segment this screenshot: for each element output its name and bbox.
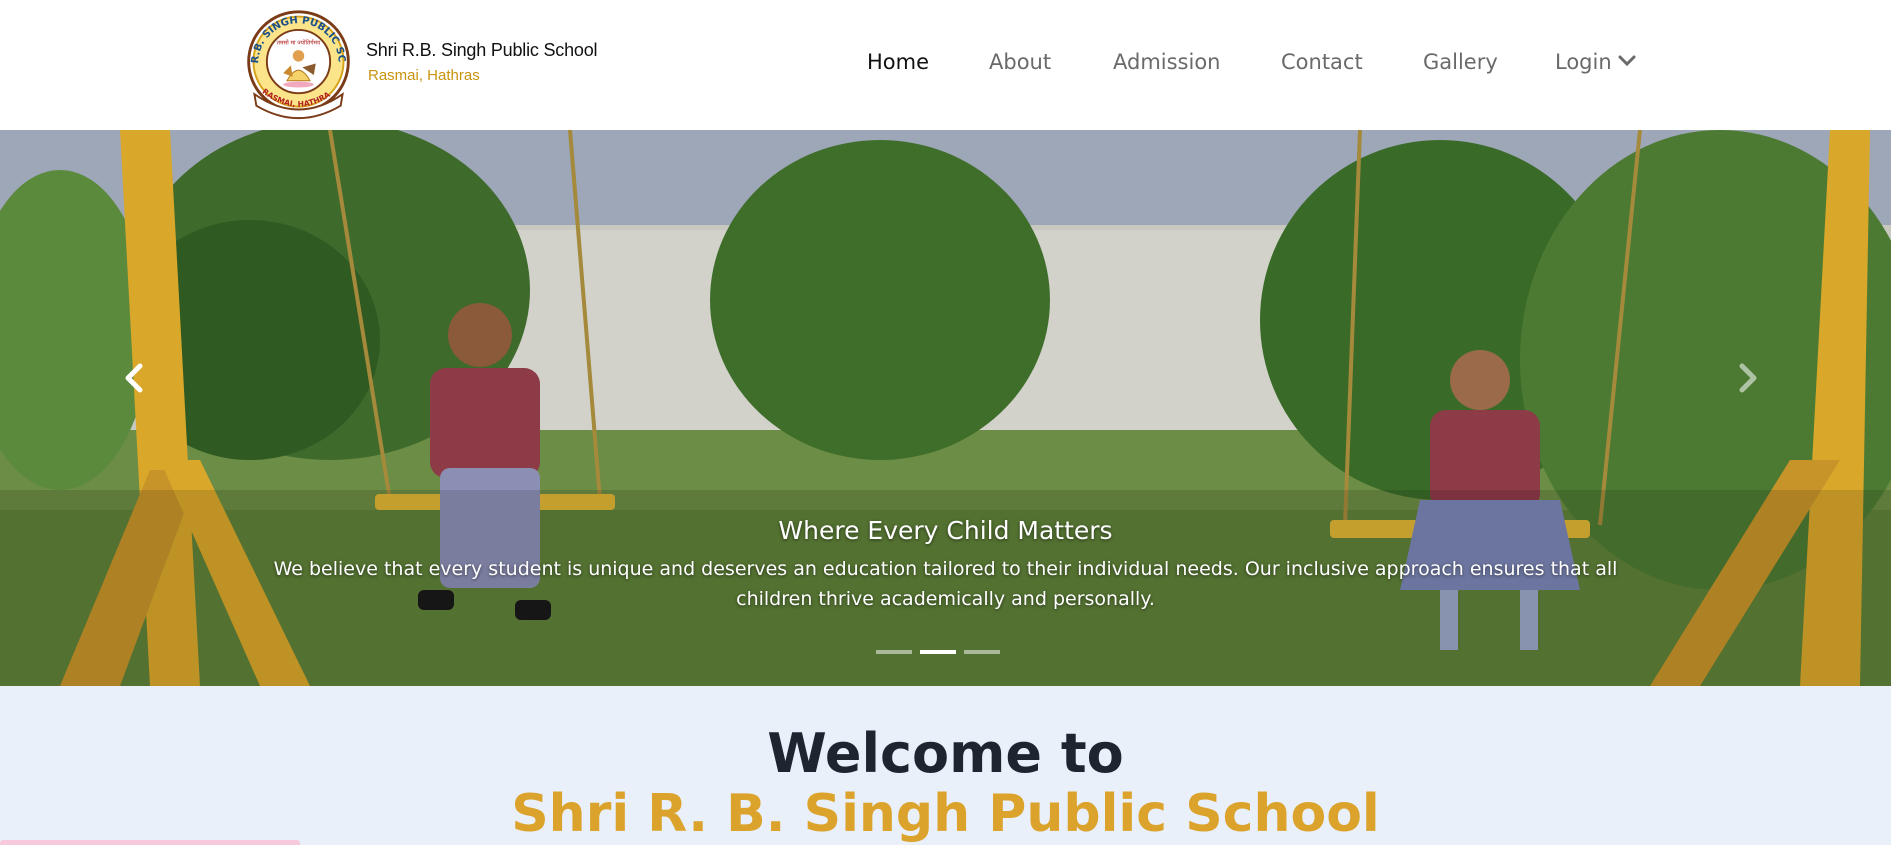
- carousel-indicators: [876, 650, 1000, 654]
- carousel-prev-button[interactable]: [114, 358, 154, 398]
- nav-about[interactable]: About: [989, 50, 1051, 74]
- nav-admission[interactable]: Admission: [1113, 50, 1221, 74]
- seal-hindi-text: तमसो मा ज्योतिर्गमय: [277, 38, 321, 46]
- carousel-indicator-1[interactable]: [876, 650, 912, 654]
- nav-gallery[interactable]: Gallery: [1423, 50, 1498, 74]
- site-header: SHRI R.B. SINGH PUBLIC SCHOOL तमसो मा ज्…: [0, 0, 1891, 130]
- hero-carousel: Where Every Child Matters We believe tha…: [0, 130, 1891, 686]
- nav-contact[interactable]: Contact: [1281, 50, 1363, 74]
- nav-login-label: Login: [1555, 50, 1612, 74]
- chevron-left-icon: [125, 363, 143, 393]
- welcome-heading: Welcome to: [767, 722, 1124, 785]
- chevron-right-icon: [1739, 363, 1757, 393]
- carousel-caption: Where Every Child Matters We believe tha…: [0, 514, 1891, 614]
- nav-home[interactable]: Home: [867, 50, 929, 74]
- carousel-next-button[interactable]: [1728, 358, 1768, 398]
- welcome-section: Welcome to Shri R. B. Singh Public Schoo…: [0, 686, 1891, 845]
- carousel-title: Where Every Child Matters: [778, 516, 1113, 545]
- carousel-indicator-2[interactable]: [920, 650, 956, 654]
- main-nav: Home About Admission Contact Gallery Log…: [0, 50, 1891, 80]
- carousel-indicator-3[interactable]: [964, 650, 1000, 654]
- carousel-text: We believe that every student is unique …: [273, 558, 1618, 610]
- nav-login[interactable]: Login: [1555, 50, 1636, 74]
- floating-tab-edge[interactable]: [0, 840, 300, 845]
- chevron-down-icon: [1618, 55, 1636, 67]
- welcome-school-name: Shri R. B. Singh Public School: [511, 784, 1380, 844]
